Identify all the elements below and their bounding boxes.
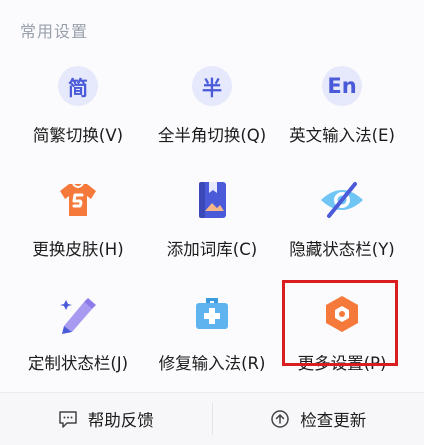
item-label: 隐藏状态栏(Y) xyxy=(289,236,394,260)
simplified-traditional-icon: 简 xyxy=(58,66,98,106)
update-arrow-icon xyxy=(270,409,290,429)
item-label: 全半角切换(Q) xyxy=(158,122,266,146)
item-label: 简繁切换(V) xyxy=(33,122,123,146)
english-input-icon: En xyxy=(322,66,362,106)
check-update-button[interactable]: 检查更新 xyxy=(213,393,424,445)
customize-pen-icon xyxy=(56,292,100,336)
hide-eye-icon xyxy=(318,178,366,222)
item-label: 添加词库(C) xyxy=(167,236,257,260)
item-label: 定制状态栏(J) xyxy=(28,350,128,374)
repair-input-method-button[interactable]: 修复输入法(R) xyxy=(142,284,282,392)
full-half-width-icon: 半 xyxy=(192,66,232,106)
customize-status-bar-button[interactable]: 定制状态栏(J) xyxy=(8,284,148,392)
add-dictionary-button[interactable]: 添加词库(C) xyxy=(142,170,282,278)
simplified-traditional-toggle[interactable]: 简 简繁切换(V) xyxy=(8,56,148,164)
repair-kit-icon xyxy=(190,292,234,336)
item-label: 更多设置(P) xyxy=(298,350,387,374)
check-update-label: 检查更新 xyxy=(300,407,366,431)
change-skin-button[interactable]: 更换皮肤(H) xyxy=(8,170,148,278)
dictionary-book-icon xyxy=(190,178,234,222)
help-feedback-label: 帮助反馈 xyxy=(88,407,154,431)
english-input-toggle[interactable]: En 英文输入法(E) xyxy=(272,56,412,164)
full-half-width-toggle[interactable]: 半 全半角切换(Q) xyxy=(142,56,282,164)
hide-status-bar-button[interactable]: 隐藏状态栏(Y) xyxy=(272,170,412,278)
chat-bubble-icon xyxy=(58,409,78,429)
item-label: 英文输入法(E) xyxy=(289,122,395,146)
more-settings-button[interactable]: 更多设置(P) xyxy=(272,284,412,392)
section-title: 常用设置 xyxy=(20,18,88,42)
item-label: 修复输入法(R) xyxy=(159,350,266,374)
help-feedback-button[interactable]: 帮助反馈 xyxy=(0,393,212,445)
common-settings-panel: 常用设置 简 简繁切换(V) 半 全半角切换(Q) En 英文输入法(E) 更换… xyxy=(0,0,424,444)
more-settings-hex-icon xyxy=(320,292,364,336)
footer-bar: 帮助反馈 检查更新 xyxy=(0,392,424,445)
item-label: 更换皮肤(H) xyxy=(32,236,123,260)
skin-shirt-icon xyxy=(56,178,100,222)
